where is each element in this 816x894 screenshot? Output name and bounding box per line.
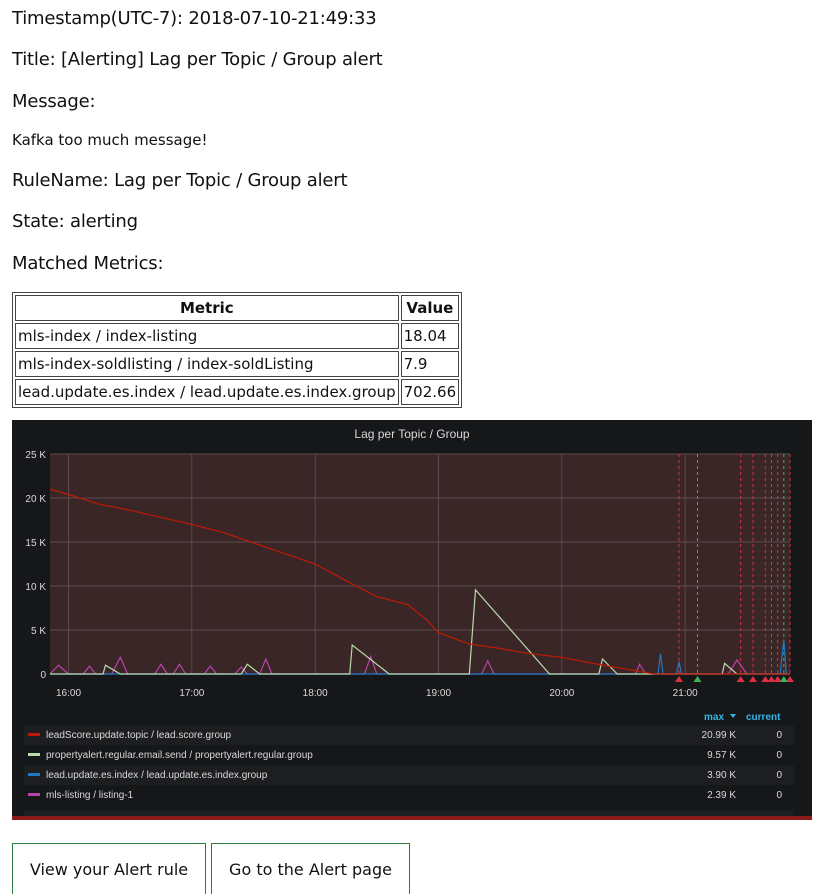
rule-name: RuleName: Lag per Topic / Group alert [12, 170, 348, 191]
value-column-header: Value [400, 295, 460, 321]
x-tick-label: 17:00 [179, 688, 204, 699]
legend-row-partial [24, 810, 794, 816]
legend-series-name: lead.update.es.index / lead.update.es.in… [46, 770, 268, 781]
legend-swatch [28, 793, 40, 796]
y-tick-label: 10 K [25, 582, 46, 593]
x-tick-label: 19:00 [426, 688, 451, 699]
metric-column-header: Metric [15, 295, 399, 321]
view-alert-rule-button[interactable]: View your Alert rule [12, 843, 206, 894]
x-tick-label: 21:00 [673, 688, 698, 699]
legend-max-value: 3.90 K [707, 770, 736, 781]
legend-swatch [28, 773, 40, 776]
y-tick-label: 0 [40, 670, 46, 681]
legend-current-value: 0 [776, 730, 782, 741]
message-label: Message: [12, 91, 96, 112]
table-header-row: Metric Value [15, 295, 460, 321]
x-tick-label: 18:00 [303, 688, 328, 699]
x-tick-label: 20:00 [549, 688, 574, 699]
y-tick-label: 20 K [25, 494, 46, 505]
table-row: lead.update.es.index / lead.update.es.in… [15, 379, 460, 405]
legend-series-name: propertyalert.regular.email.send / prope… [46, 750, 313, 761]
legend-swatch [28, 753, 40, 756]
table-row: mls-index-soldlisting / index-soldListin… [15, 351, 460, 377]
x-tick-label: 16:00 [56, 688, 81, 699]
metric-cell: lead.update.es.index / lead.update.es.in… [15, 379, 399, 405]
value-cell: 7.9 [400, 351, 460, 377]
message-text: Kafka too much message! [12, 131, 208, 149]
metric-cell: mls-index / index-listing [15, 323, 399, 349]
graph-panel: Lag per Topic / Group 0 5 K 10 K 15 K 20 K 25… [12, 420, 812, 820]
legend-swatch [28, 733, 40, 736]
legend-max-value: 2.39 K [707, 790, 736, 801]
legend-series-name: leadScore.update.topic / lead.score.grou… [46, 730, 232, 741]
go-to-alert-page-button[interactable]: Go to the Alert page [211, 843, 410, 894]
timestamp: Timestamp(UTC-7): 2018-07-10-21:49:33 [12, 8, 377, 29]
alert-title: Title: [Alerting] Lag per Topic / Group … [12, 49, 383, 70]
legend-current-value: 0 [776, 770, 782, 781]
value-cell: 702.66 [400, 379, 460, 405]
legend-current-value: 0 [776, 790, 782, 801]
chart-title: Lag per Topic / Group [354, 427, 470, 441]
lag-chart: Lag per Topic / Group 0 5 K 10 K 15 K 20 K 25… [12, 420, 812, 820]
y-tick-label: 25 K [25, 450, 46, 461]
legend-max-value: 9.57 K [707, 750, 736, 761]
legend-max-header[interactable]: max [704, 712, 724, 723]
y-tick-label: 15 K [25, 538, 46, 549]
legend-max-value: 20.99 K [702, 730, 737, 741]
table-row: mls-index / index-listing 18.04 [15, 323, 460, 349]
metric-cell: mls-index-soldlisting / index-soldListin… [15, 351, 399, 377]
matched-metrics-label: Matched Metrics: [12, 253, 164, 274]
matched-metrics-table: Metric Value mls-index / index-listing 1… [12, 292, 463, 408]
legend-series-name: mls-listing / listing-1 [46, 790, 134, 801]
legend-current-header[interactable]: current [746, 712, 781, 723]
y-tick-label: 5 K [31, 626, 46, 637]
alert-state: State: alerting [12, 211, 138, 232]
value-cell: 18.04 [400, 323, 460, 349]
legend-current-value: 0 [776, 750, 782, 761]
